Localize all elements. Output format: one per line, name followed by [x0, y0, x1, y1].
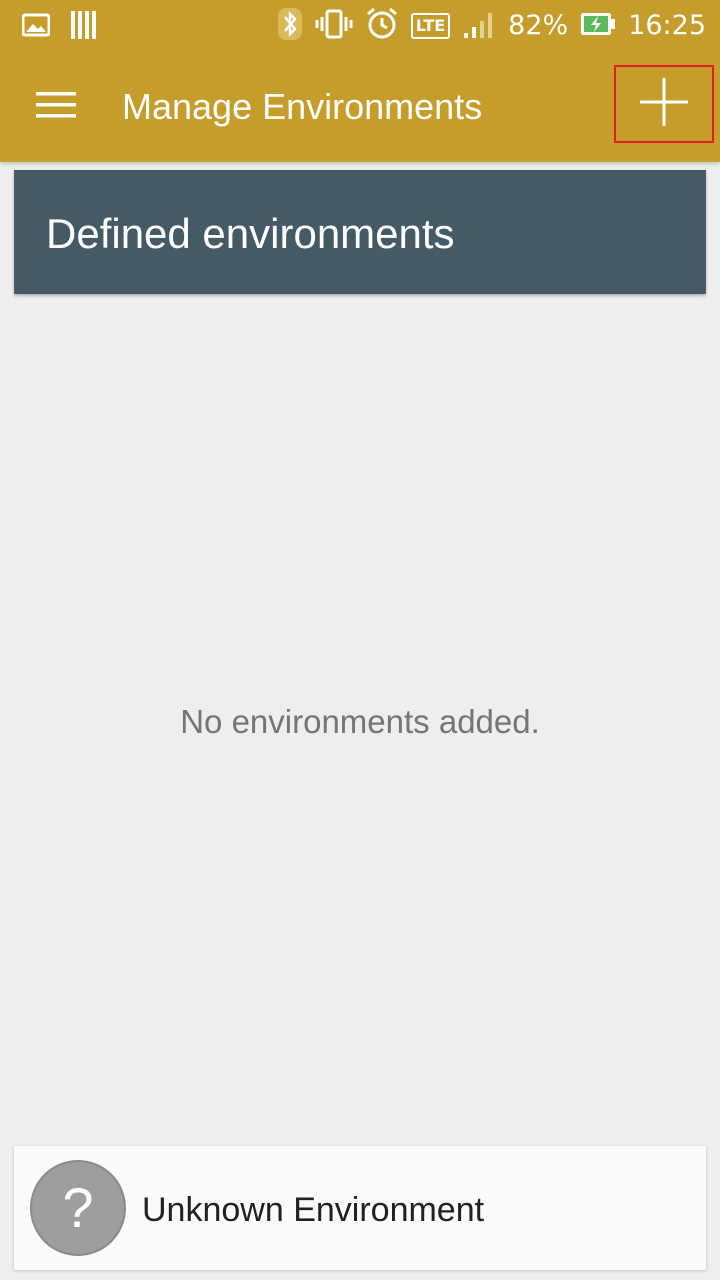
screen: LTE 82% 16:25 Manage Environments Define…	[0, 0, 720, 1280]
battery-percent: 82%	[508, 10, 569, 41]
vibrate-icon	[315, 9, 353, 43]
add-environment-button[interactable]	[614, 65, 714, 143]
empty-state-message: No environments added.	[180, 703, 540, 740]
sim-bars-icon	[70, 10, 96, 44]
image-icon	[21, 13, 51, 41]
question-mark-icon: ?	[62, 1176, 94, 1239]
signal-icon	[462, 9, 496, 43]
unknown-environment-card[interactable]: ? Unknown Environment	[14, 1146, 706, 1270]
bluetooth-icon	[277, 7, 303, 45]
unknown-environment-icon: ?	[30, 1160, 126, 1256]
alarm-icon	[365, 7, 399, 45]
status-bar-right: LTE 82% 16:25	[277, 6, 706, 46]
plus-icon	[638, 76, 690, 132]
page-title: Manage Environments	[122, 86, 483, 127]
clock: 16:25	[628, 10, 706, 41]
hamburger-menu-icon	[36, 92, 76, 122]
status-bar-left	[21, 10, 96, 44]
battery-charging-icon	[580, 11, 616, 41]
section-title: Defined environments	[46, 210, 455, 257]
app-bar: Manage Environments	[0, 52, 720, 162]
menu-button[interactable]	[20, 74, 92, 140]
lte-icon: LTE	[410, 13, 451, 39]
unknown-environment-label: Unknown Environment	[142, 1191, 485, 1229]
status-bar: LTE 82% 16:25	[0, 0, 720, 52]
section-header: Defined environments	[14, 170, 706, 294]
